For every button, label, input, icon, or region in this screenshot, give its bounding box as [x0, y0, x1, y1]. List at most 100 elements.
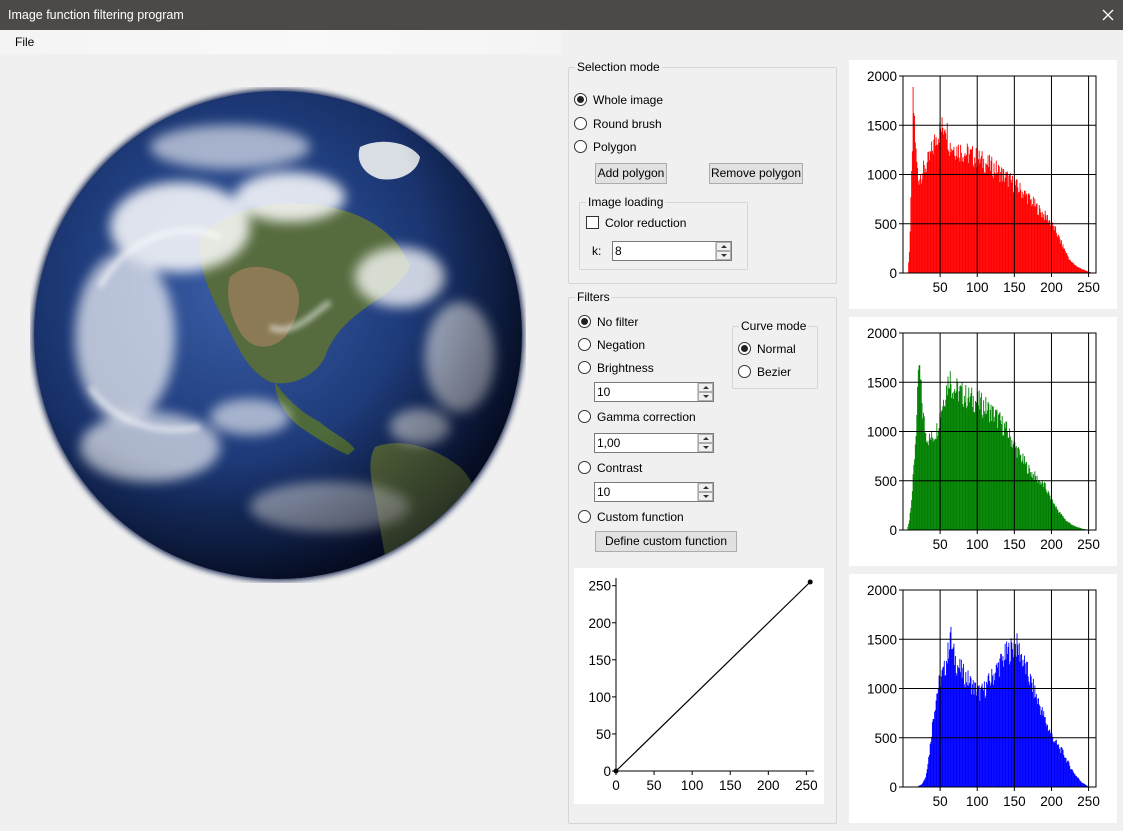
- y-tick-label: 50: [596, 727, 611, 742]
- y-tick-label: 0: [889, 266, 897, 281]
- y-tick-label: 100: [588, 690, 611, 705]
- k-stepper: [715, 242, 731, 260]
- title-bar: Image function filtering program: [0, 0, 1123, 30]
- histogram-bars: [917, 626, 1089, 787]
- menu-bar: File: [0, 30, 562, 54]
- y-tick-label: 150: [588, 653, 611, 668]
- y-tick-label: 2000: [867, 326, 897, 341]
- green-histogram-chart: 0 500 1000 1500 2000 50 100 150 200 250: [867, 326, 1100, 552]
- x-tick-label: 150: [1003, 280, 1026, 295]
- window-title: Image function filtering program: [8, 8, 184, 22]
- y-tick-label: 1500: [867, 118, 897, 133]
- y-tick-label: 2000: [867, 583, 897, 598]
- k-input[interactable]: 8: [612, 241, 732, 261]
- k-value: 8: [615, 244, 622, 258]
- gamma-input[interactable]: 1,00: [594, 433, 714, 453]
- image-loading-group: Image loading Color reduction k: 8: [579, 195, 748, 270]
- brightness-stepper: [697, 383, 713, 401]
- radio-indicator: [738, 365, 751, 378]
- radio-indicator: [578, 410, 591, 423]
- y-tick-label: 0: [603, 764, 611, 779]
- stepper-down-button[interactable]: [698, 492, 713, 501]
- menu-file[interactable]: File: [9, 34, 40, 50]
- earth-image: [32, 89, 524, 581]
- curve-chart: 0 50 100 150 200 250 0 50 100 150 200 250: [588, 578, 818, 793]
- k-label: k:: [592, 244, 602, 258]
- y-tick-label: 0: [889, 780, 897, 795]
- radio-indicator: [578, 361, 591, 374]
- image-canvas[interactable]: [30, 87, 526, 583]
- blue-histogram-panel: 0 500 1000 1500 2000 50 100 150 200 250: [849, 574, 1117, 823]
- stepper-up-button[interactable]: [698, 434, 713, 443]
- x-tick-label: 100: [966, 537, 989, 552]
- radio-label: Round brush: [593, 117, 662, 131]
- green-histogram-panel: 0 500 1000 1500 2000 50 100 150 200 250: [849, 317, 1117, 566]
- x-tick-label: 50: [933, 537, 948, 552]
- curve-mode-legend: Curve mode: [739, 319, 809, 333]
- x-tick-label: 200: [1040, 280, 1063, 295]
- stepper-up-button[interactable]: [698, 483, 713, 492]
- remove-polygon-button[interactable]: Remove polygon: [709, 163, 803, 184]
- y-tick-label: 250: [588, 579, 611, 594]
- y-tick-label: 1500: [867, 375, 897, 390]
- radio-label: Polygon: [593, 140, 637, 154]
- curve-control-point[interactable]: [807, 579, 813, 585]
- histogram-bars: [907, 364, 1089, 530]
- radio-indicator: [578, 315, 591, 328]
- stepper-down-button[interactable]: [698, 392, 713, 401]
- gamma-stepper: [697, 434, 713, 452]
- x-tick-label: 200: [1040, 537, 1063, 552]
- add-polygon-button[interactable]: Add polygon: [595, 163, 667, 184]
- contrast-input[interactable]: 10: [594, 482, 714, 502]
- y-tick-label: 500: [874, 217, 897, 232]
- checkbox-label: Color reduction: [605, 216, 687, 230]
- histogram-bars: [908, 86, 1093, 274]
- x-tick-label: 100: [966, 794, 989, 809]
- y-tick-label: 1500: [867, 632, 897, 647]
- x-tick-label: 100: [966, 280, 989, 295]
- y-tick-label: 200: [588, 616, 611, 631]
- stepper-down-button[interactable]: [716, 251, 731, 260]
- radio-label: Whole image: [593, 93, 664, 107]
- radio-label: Normal: [757, 342, 796, 356]
- y-tick-label: 500: [874, 474, 897, 489]
- contrast-value: 10: [597, 485, 611, 499]
- filters-legend: Filters: [575, 290, 612, 304]
- radio-label: Gamma correction: [597, 410, 696, 424]
- radio-label: Brightness: [597, 361, 654, 375]
- stepper-up-button[interactable]: [716, 242, 731, 251]
- stepper-down-button[interactable]: [698, 443, 713, 452]
- x-tick-label: 50: [647, 778, 662, 793]
- radio-indicator: [574, 140, 587, 153]
- brightness-input[interactable]: 10: [594, 382, 714, 402]
- filters-group: Filters No filter Negation Brightness 10…: [568, 290, 837, 824]
- x-tick-label: 150: [1003, 537, 1026, 552]
- checkbox-box: [586, 216, 599, 229]
- gamma-value: 1,00: [597, 436, 621, 450]
- y-tick-label: 0: [889, 523, 897, 538]
- radio-indicator: [574, 117, 587, 130]
- red-histogram-panel: 0 500 1000 1500 2000 50 100 150 200 250: [849, 60, 1117, 309]
- y-tick-label: 2000: [867, 69, 897, 84]
- red-histogram-chart: 0 500 1000 1500 2000 50 100 150 200 250: [867, 69, 1100, 295]
- x-tick-label: 250: [1077, 280, 1100, 295]
- brightness-value: 10: [597, 385, 611, 399]
- curve-control-point[interactable]: [613, 768, 619, 774]
- image-loading-legend: Image loading: [586, 195, 666, 209]
- radio-indicator: [578, 510, 591, 523]
- radio-label: Bezier: [757, 365, 792, 379]
- curve-line: [615, 581, 811, 772]
- y-tick-label: 500: [874, 731, 897, 746]
- y-tick-label: 1000: [867, 425, 897, 440]
- close-button[interactable]: [1093, 0, 1123, 30]
- define-custom-function-button[interactable]: Define custom function: [595, 531, 737, 552]
- radio-indicator: [578, 338, 591, 351]
- radio-indicator: [578, 461, 591, 474]
- radio-label: Custom function: [597, 510, 684, 524]
- x-tick-label: 250: [1077, 537, 1100, 552]
- selection-mode-group: Selection mode Whole image Round brush P…: [568, 60, 837, 284]
- stepper-up-button[interactable]: [698, 383, 713, 392]
- radio-indicator: [738, 342, 751, 355]
- curve-editor-panel[interactable]: 0 50 100 150 200 250 0 50 100 150 200 250: [574, 568, 824, 804]
- contrast-stepper: [697, 483, 713, 501]
